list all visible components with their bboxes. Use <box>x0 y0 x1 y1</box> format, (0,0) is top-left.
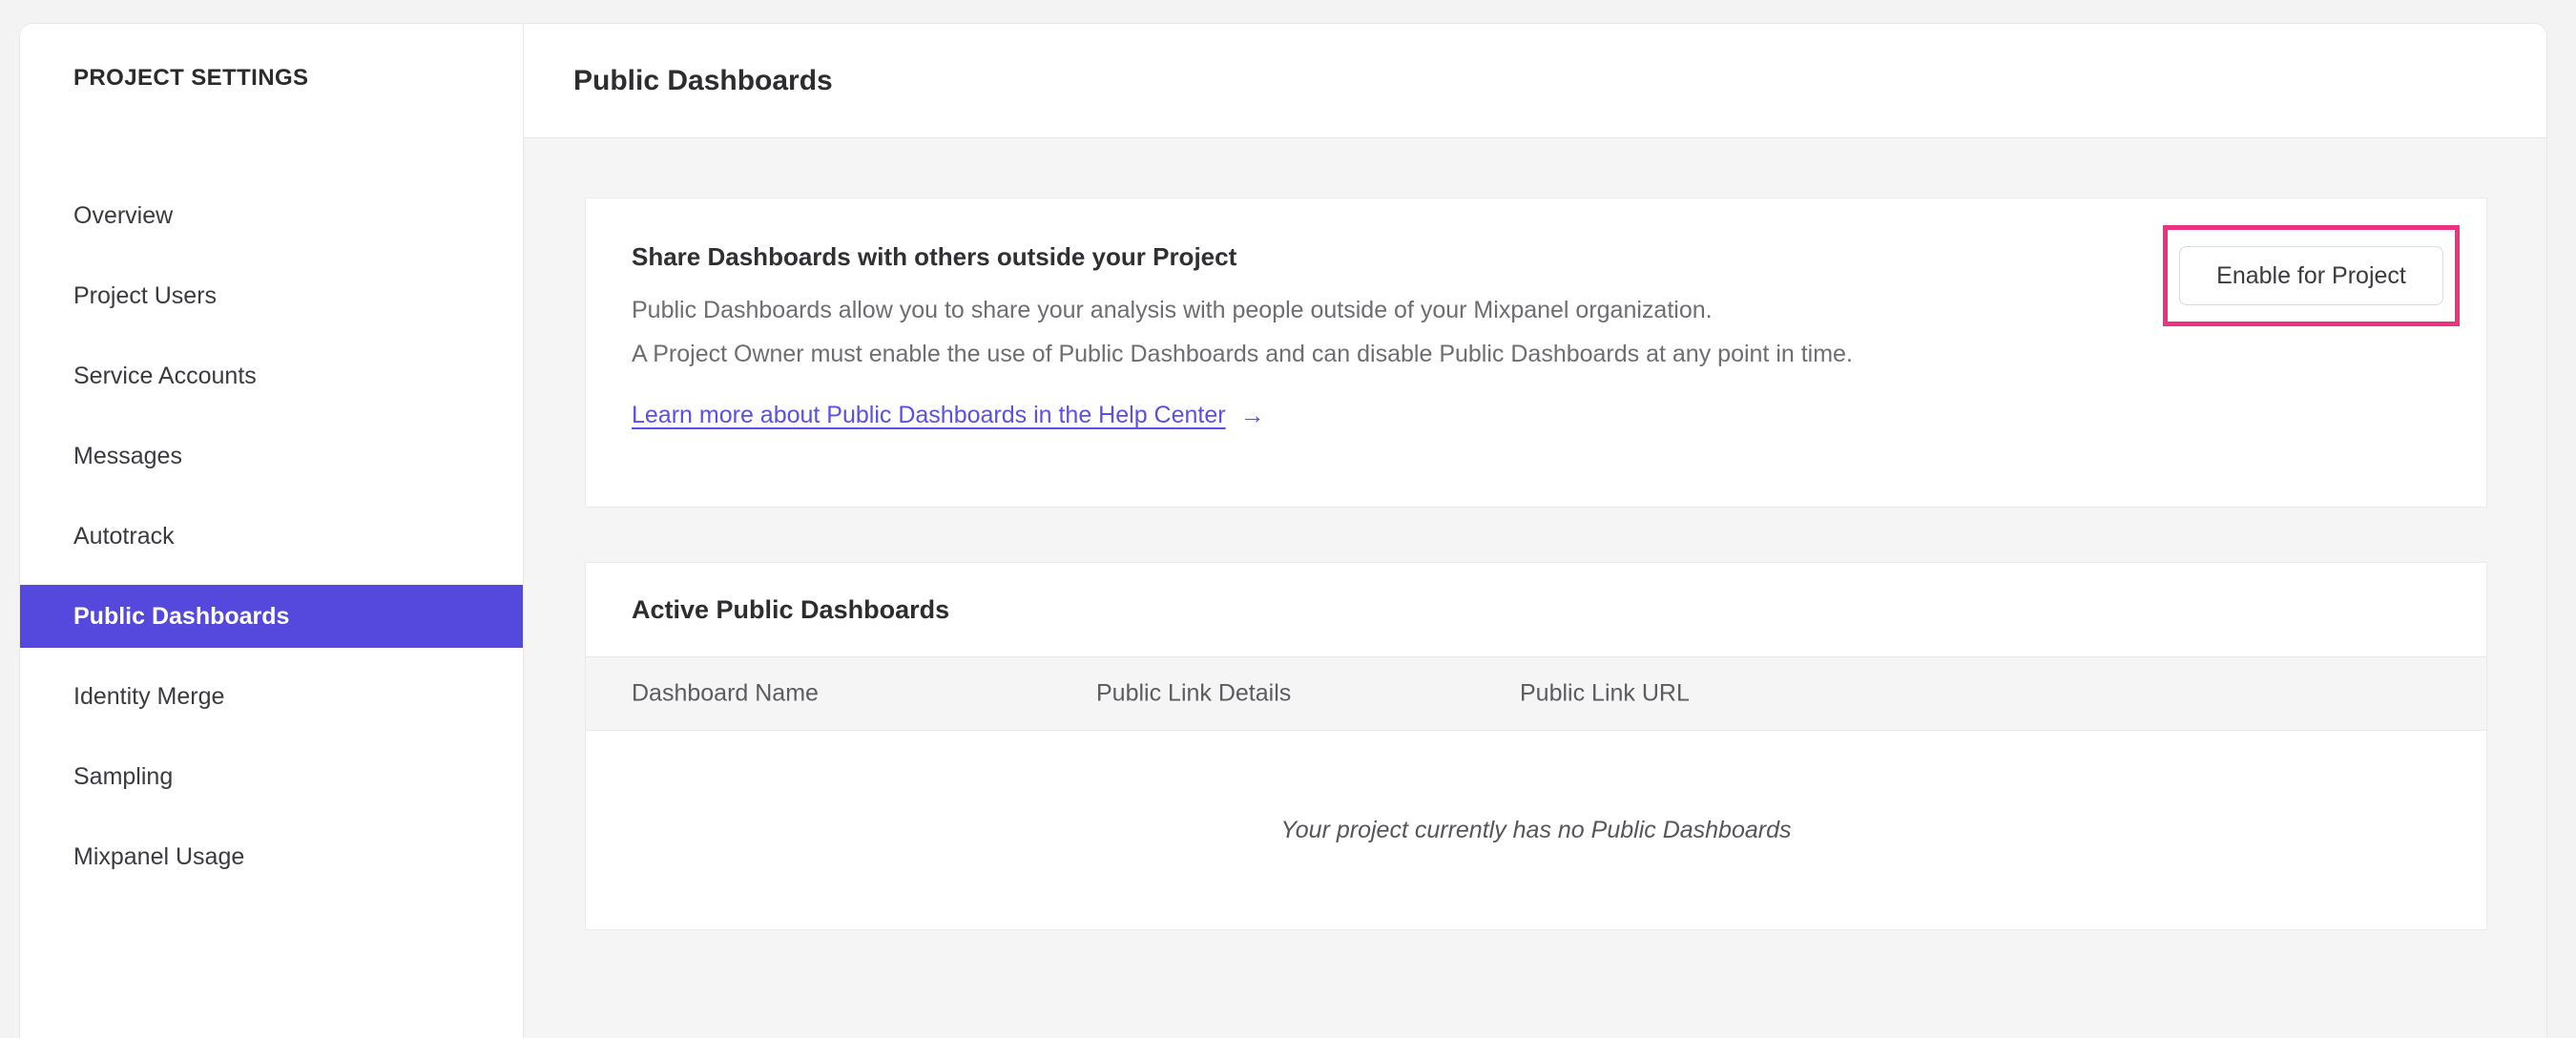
sidebar-item-project-users[interactable]: Project Users <box>20 264 523 327</box>
sidebar-item-autotrack[interactable]: Autotrack <box>20 505 523 568</box>
sidebar-item-mixpanel-usage[interactable]: Mixpanel Usage <box>20 825 523 888</box>
share-card-description-line1: Public Dashboards allow you to share you… <box>632 297 1713 323</box>
active-card-heading-row: Active Public Dashboards <box>586 563 2486 656</box>
arrow-right-icon: → <box>1239 401 1265 429</box>
help-link-row: Learn more about Public Dashboards in th… <box>632 401 2486 430</box>
column-public-link-details: Public Link Details <box>1096 679 1292 707</box>
sidebar-title: PROJECT SETTINGS <box>73 65 309 91</box>
page-title: Public Dashboards <box>573 64 833 96</box>
sidebar-item-overview[interactable]: Overview <box>20 184 523 247</box>
main-area: Public Dashboards Share Dashboards with … <box>524 24 2546 1038</box>
share-card-description-line2: A Project Owner must enable the use of P… <box>632 341 1853 367</box>
sidebar-item-sampling[interactable]: Sampling <box>20 745 523 808</box>
share-dashboards-card: Share Dashboards with others outside you… <box>585 197 2487 508</box>
column-dashboard-name: Dashboard Name <box>632 679 819 707</box>
table-header-row: Dashboard Name Public Link Details Publi… <box>586 656 2486 731</box>
sidebar: PROJECT SETTINGS Overview Project Users … <box>20 24 524 1038</box>
sidebar-item-public-dashboards[interactable]: Public Dashboards <box>20 585 523 648</box>
help-center-link[interactable]: Learn more about Public Dashboards in th… <box>632 402 1226 429</box>
sidebar-item-identity-merge[interactable]: Identity Merge <box>20 665 523 728</box>
sidebar-item-service-accounts[interactable]: Service Accounts <box>20 344 523 407</box>
active-card-heading: Active Public Dashboards <box>632 594 950 624</box>
annotation-highlight-box: Enable for Project <box>2163 225 2460 326</box>
content-area: Share Dashboards with others outside you… <box>524 138 2546 1038</box>
page: { "colors": { "accent": "#5449DC", "link… <box>0 0 2576 1038</box>
enable-for-project-button[interactable]: Enable for Project <box>2179 246 2443 305</box>
sidebar-item-messages[interactable]: Messages <box>20 425 523 488</box>
active-dashboards-card: Active Public Dashboards Dashboard Name … <box>585 562 2487 930</box>
settings-panel: PROJECT SETTINGS Overview Project Users … <box>19 23 2547 1038</box>
sidebar-nav: Overview Project Users Service Accounts … <box>20 184 523 905</box>
page-header: Public Dashboards <box>524 24 2546 138</box>
column-public-link-url: Public Link URL <box>1520 679 1690 707</box>
empty-state-message: Your project currently has no Public Das… <box>1280 816 1792 843</box>
